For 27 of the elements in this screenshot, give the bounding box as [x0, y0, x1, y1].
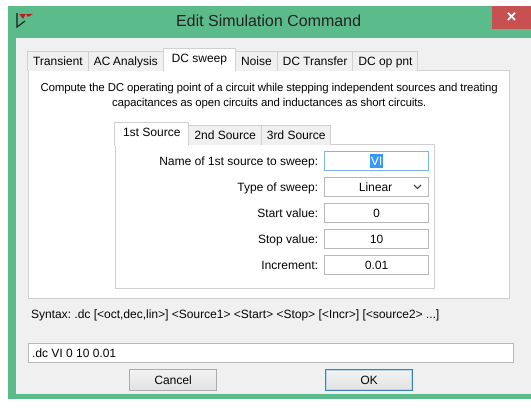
- dialog-button[interactable]: OK: [325, 369, 413, 391]
- description-text: Compute the DC operating point of a circuit while stepping independent sources and treating capacitances as open circuits and inductances as short circuits.: [40, 81, 498, 111]
- input-field[interactable]: 10: [324, 229, 429, 249]
- tab[interactable]: Noise: [234, 51, 278, 71]
- field-label: Name of 1st source to sweep:: [159, 154, 318, 168]
- tab[interactable]: DC sweep: [162, 48, 236, 72]
- field-label: Start value:: [257, 206, 318, 220]
- tab[interactable]: 2nd Source: [188, 125, 262, 145]
- field-label: Increment:: [261, 258, 318, 272]
- syntax-text: Syntax: .dc [<oct,dec,lin>] <Source1> <Start> <Stop> [<Incr>] [<source2> ...]: [31, 307, 440, 323]
- window-title: Edit Simulation Command: [176, 13, 361, 31]
- tab[interactable]: DC op pnt: [352, 51, 418, 71]
- input-field[interactable]: 0: [324, 203, 429, 223]
- field-label: Type of sweep:: [237, 180, 318, 194]
- close-button[interactable]: ×: [492, 6, 531, 29]
- command-field[interactable]: .dc VI 0 10 0.01: [28, 343, 514, 363]
- app-logo-icon: [16, 12, 34, 28]
- tab[interactable]: 1st Source: [114, 122, 190, 146]
- field-label: Stop value:: [258, 232, 318, 246]
- tab[interactable]: AC Analysis: [88, 51, 164, 71]
- input-field[interactable]: 0.01: [324, 255, 429, 275]
- tab[interactable]: 3rd Source: [260, 125, 332, 145]
- sweep-type-dropdown[interactable]: Linear: [324, 177, 429, 197]
- tab[interactable]: Transient: [27, 51, 89, 71]
- tab[interactable]: DC Transfer: [276, 51, 354, 71]
- chevron-down-icon: [413, 184, 422, 190]
- dialog-button[interactable]: Cancel: [129, 369, 217, 391]
